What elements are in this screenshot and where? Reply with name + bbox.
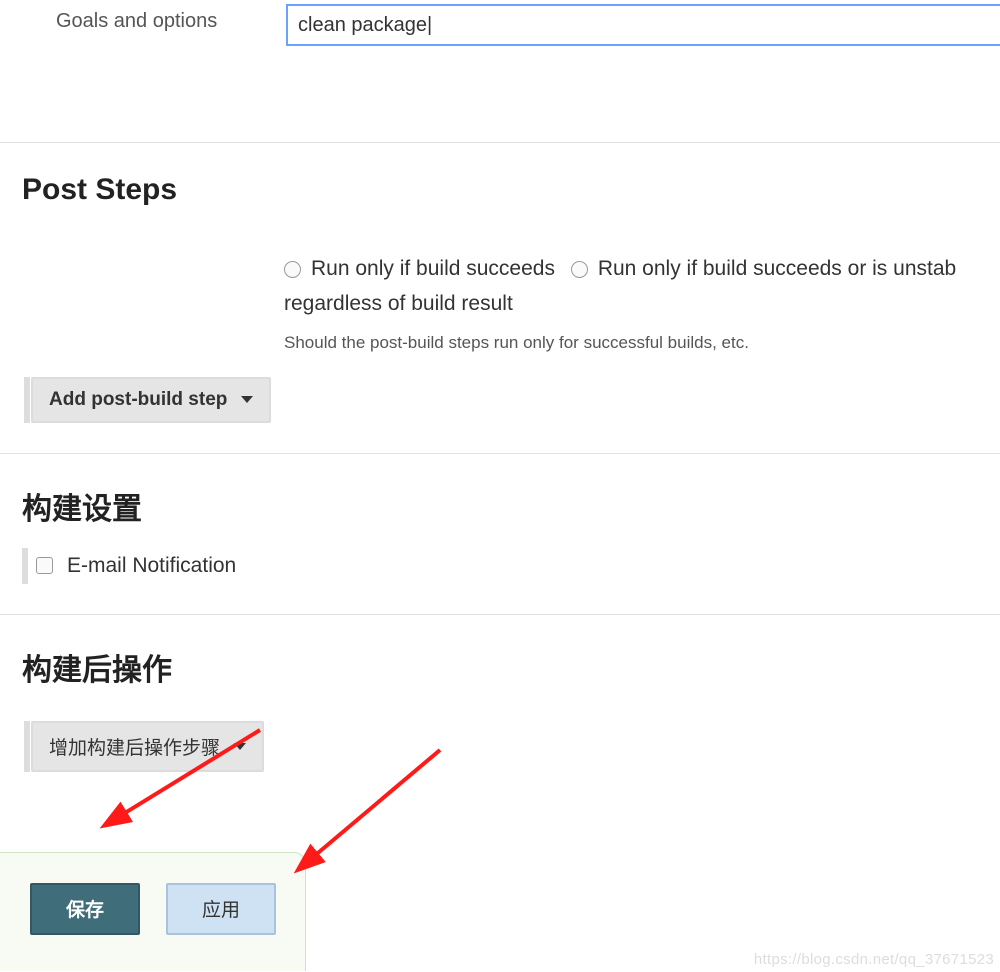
- apply-button[interactable]: 应用: [166, 883, 276, 935]
- divider: [0, 453, 1000, 454]
- radio-build-succeeds[interactable]: Run only if build succeeds: [284, 253, 555, 286]
- chevron-down-icon: [241, 396, 253, 403]
- checkbox-label: E-mail Notification: [67, 554, 236, 578]
- watermark: https://blog.csdn.net/qq_37671523: [754, 951, 994, 968]
- actions-panel: 保存 应用: [0, 852, 306, 971]
- divider: [0, 614, 1000, 615]
- dropdown-label: 增加构建后操作步骤: [49, 733, 220, 760]
- chevron-down-icon: [234, 743, 246, 750]
- radio-build-unstable[interactable]: Run only if build succeeds or is unstab: [571, 253, 956, 286]
- radio-label: Run only if build succeeds or is unstab: [598, 253, 956, 286]
- radio-label: Run only if build succeeds: [311, 253, 555, 286]
- build-settings-heading: 构建设置: [22, 484, 1000, 528]
- save-button[interactable]: 保存: [30, 883, 140, 935]
- dropdown-label: Add post-build step: [49, 389, 227, 411]
- add-post-build-action-button[interactable]: 增加构建后操作步骤: [31, 721, 264, 772]
- radio-icon: [571, 261, 588, 278]
- goals-label: Goals and options: [56, 4, 286, 33]
- post-steps-heading: Post Steps: [22, 173, 1000, 207]
- divider: [0, 142, 1000, 143]
- checkbox-icon: [36, 557, 53, 574]
- post-steps-help: Should the post-build steps run only for…: [284, 333, 1000, 353]
- radio-icon: [284, 261, 301, 278]
- goals-input[interactable]: [286, 4, 1000, 46]
- add-post-build-step-button[interactable]: Add post-build step: [31, 377, 271, 423]
- email-notification-checkbox[interactable]: E-mail Notification: [26, 554, 1000, 578]
- post-build-heading: 构建后操作: [22, 645, 1000, 689]
- radio-line2: regardless of build result: [284, 288, 1000, 321]
